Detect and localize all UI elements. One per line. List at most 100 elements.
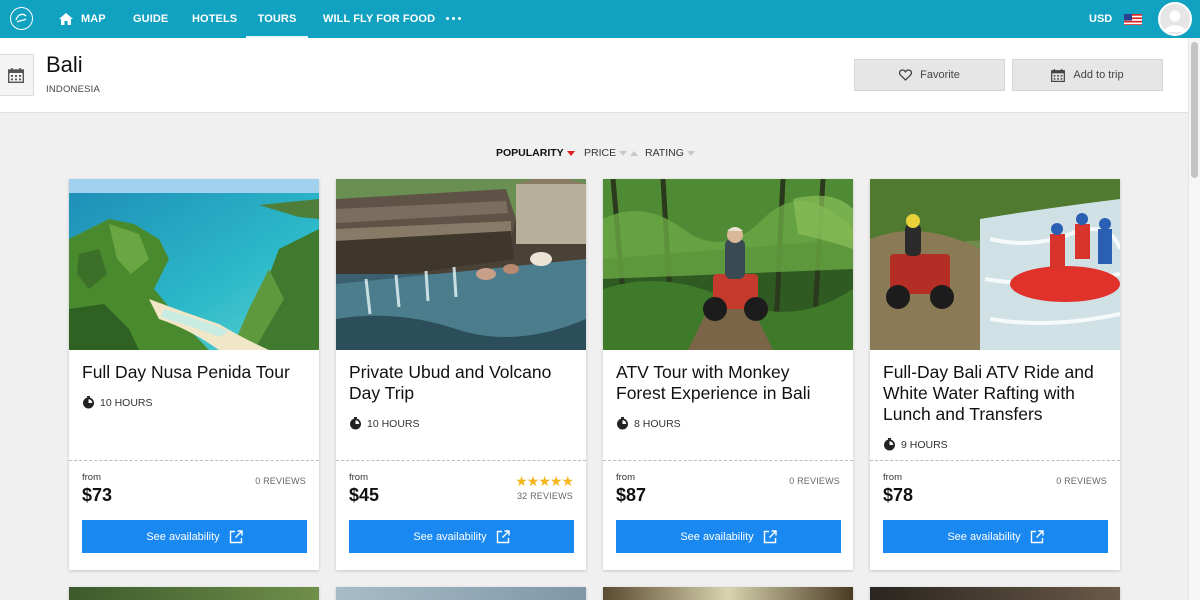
site-logo-icon[interactable]: [10, 7, 33, 30]
tour-duration: 8 HOURS: [616, 417, 681, 430]
tour-card-next-row[interactable]: [69, 587, 319, 600]
more-menu-icon[interactable]: [446, 17, 461, 20]
review-count[interactable]: 32 REVIEWS: [517, 491, 573, 501]
tour-duration-label: 8 HOURS: [634, 417, 681, 430]
external-link-icon: [229, 529, 243, 543]
top-navigation-bar: MAP GUIDE HOTELS TOURS WILL FLY FOR FOOD…: [0, 0, 1200, 38]
tour-price: $73: [82, 485, 113, 505]
calendar-icon: [8, 68, 24, 83]
tour-price: $78: [883, 485, 914, 505]
tour-duration: 10 HOURS: [82, 396, 153, 409]
home-icon: [59, 13, 73, 25]
add-to-trip-label: Add to trip: [1073, 69, 1124, 81]
tour-duration: 10 HOURS: [349, 417, 420, 430]
nav-guide-label: GUIDE: [133, 13, 169, 25]
add-to-trip-button[interactable]: Add to trip: [1012, 59, 1163, 91]
tour-title[interactable]: Full Day Nusa Penida Tour: [82, 362, 308, 383]
sort-desc-icon: [619, 150, 628, 156]
star-icon: ★: [538, 473, 551, 489]
stopwatch-icon: [617, 417, 628, 430]
scrollbar-thumb[interactable]: [1191, 42, 1198, 178]
calendar-tab[interactable]: [0, 54, 34, 96]
star-icon: ★: [549, 473, 563, 489]
sort-price-label: PRICE: [584, 147, 617, 159]
heart-icon: [899, 69, 913, 81]
tour-image[interactable]: [336, 179, 586, 350]
card-divider: [336, 460, 586, 461]
stopwatch-icon: [83, 396, 94, 409]
sort-popularity-label: POPULARITY: [496, 147, 564, 159]
from-label: from: [82, 472, 101, 483]
page-title: Bali: [46, 52, 83, 77]
tour-image[interactable]: [870, 179, 1120, 350]
favorite-button[interactable]: Favorite: [854, 59, 1005, 91]
see-availability-button[interactable]: See availability: [349, 520, 574, 553]
star-icon: ★: [561, 473, 574, 489]
star-icon: ★: [526, 473, 540, 489]
external-link-icon: [763, 529, 777, 543]
external-link-icon: [1030, 529, 1044, 543]
nav-will-fly-for-food[interactable]: WILL FLY FOR FOOD: [323, 0, 435, 38]
from-label: from: [349, 472, 368, 483]
sort-popularity[interactable]: POPULARITY: [496, 147, 575, 159]
tour-card[interactable]: Full Day Nusa Penida Tour 10 HOURS from …: [69, 179, 319, 570]
tour-price: $87: [616, 485, 647, 505]
user-avatar[interactable]: [1158, 2, 1192, 36]
see-availability-label: See availability: [947, 530, 1021, 543]
card-divider: [603, 460, 853, 461]
nav-hotels[interactable]: HOTELS: [192, 0, 237, 38]
tour-image[interactable]: [603, 179, 853, 350]
review-count[interactable]: 0 REVIEWS: [255, 476, 306, 486]
nav-guide[interactable]: GUIDE: [133, 0, 168, 38]
tour-card[interactable]: Private Ubud and Volcano Day Trip 10 HOU…: [336, 179, 586, 570]
stopwatch-icon: [350, 417, 361, 430]
from-label: from: [883, 472, 902, 483]
tour-card[interactable]: Full-Day Bali ATV Ride and White Water R…: [870, 179, 1120, 570]
external-link-icon: [496, 529, 510, 543]
card-divider: [69, 460, 319, 461]
tour-card-next-row[interactable]: [870, 587, 1120, 600]
sort-rating-label: RATING: [645, 147, 684, 159]
sort-asc-icon: [630, 150, 639, 156]
tour-title[interactable]: Full-Day Bali ATV Ride and White Water R…: [883, 362, 1109, 425]
star-icon: ★: [515, 473, 528, 489]
see-availability-button[interactable]: See availability: [616, 520, 841, 553]
review-count[interactable]: 0 REVIEWS: [1056, 476, 1107, 486]
nav-will-fly-for-food-label: WILL FLY FOR FOOD: [323, 13, 436, 25]
see-availability-label: See availability: [680, 530, 754, 543]
page-subtitle: INDONESIA: [46, 84, 101, 95]
sort-desc-icon: [686, 150, 695, 156]
tour-duration: 9 HOURS: [883, 438, 948, 451]
tour-duration-label: 9 HOURS: [901, 438, 948, 451]
page-header: Bali INDONESIA Favorite Add to trip: [0, 38, 1188, 113]
tour-image[interactable]: [69, 179, 319, 350]
review-count[interactable]: 0 REVIEWS: [789, 476, 840, 486]
nav-tours[interactable]: TOURS: [246, 0, 308, 38]
see-availability-button[interactable]: See availability: [82, 520, 307, 553]
sort-price[interactable]: PRICE: [584, 147, 639, 159]
see-availability-label: See availability: [413, 530, 487, 543]
tour-title[interactable]: ATV Tour with Monkey Forest Experience i…: [616, 362, 842, 404]
tour-card-next-row[interactable]: [603, 587, 853, 600]
tour-duration-label: 10 HOURS: [100, 396, 153, 409]
favorite-label: Favorite: [920, 69, 960, 81]
tour-card-next-row[interactable]: [336, 587, 586, 600]
nav-map-label: MAP: [81, 13, 106, 25]
currency-selector[interactable]: USD: [1089, 0, 1112, 38]
tour-title[interactable]: Private Ubud and Volcano Day Trip: [349, 362, 575, 404]
see-availability-label: See availability: [146, 530, 220, 543]
stopwatch-icon: [884, 438, 895, 451]
nav-tours-label: TOURS: [257, 13, 297, 25]
sort-rating[interactable]: RATING: [645, 147, 695, 159]
tour-price: $45: [349, 485, 380, 505]
tour-card[interactable]: ATV Tour with Monkey Forest Experience i…: [603, 179, 853, 570]
card-divider: [870, 460, 1120, 461]
sort-desc-icon: [566, 150, 575, 156]
page-scrollbar[interactable]: [1188, 38, 1200, 600]
us-flag-icon[interactable]: [1124, 13, 1142, 25]
nav-map[interactable]: MAP: [59, 0, 106, 38]
see-availability-button[interactable]: See availability: [883, 520, 1108, 553]
star-rating: ★★★★★: [515, 473, 574, 489]
nav-hotels-label: HOTELS: [192, 13, 238, 25]
tour-duration-label: 10 HOURS: [367, 417, 420, 430]
